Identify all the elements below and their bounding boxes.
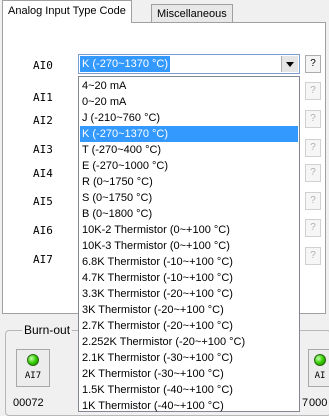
ai6-label: AI6 [33,224,53,237]
dropdown-option[interactable]: 2.7K Thermistor (-20~+100 °C) [80,318,298,334]
ai5-help-button[interactable]: ? [305,192,321,210]
dropdown-option[interactable]: 4.7K Thermistor (-10~+100 °C) [80,270,298,286]
dropdown-option[interactable]: 3.3K Thermistor (-20~+100 °C) [80,286,298,302]
dropdown-option[interactable]: 10K-2 Thermistor (0~+100 °C) [80,222,298,238]
dropdown-option[interactable]: 2.252K Thermistor (-20~+100 °C) [80,334,298,350]
tab-analog-input-type-code[interactable]: Analog Input Type Code [2,0,132,23]
dropdown-option[interactable]: R (0~1750 °C) [80,174,298,190]
dropdown-option[interactable]: J (-210~760 °C) [80,110,298,126]
ai4-help-button[interactable]: ? [305,164,321,182]
green-led-icon [27,354,39,366]
tab-miscellaneous[interactable]: Miscellaneous [151,4,233,23]
burnout-code-right: 000 [309,397,328,409]
dropdown-option[interactable]: S (0~1750 °C) [80,190,298,206]
burnout-led-label-right: AI [314,371,326,381]
dropdown-option[interactable]: 1K Thermistor (-40~+100 °C) [80,398,298,414]
dropdown-option[interactable]: 4~20 mA [80,78,298,94]
ai1-help-button[interactable]: ? [305,82,321,100]
ai0-type-value: K (-270~1370 °C) [80,56,171,72]
burnout-led-label: AI7 [24,371,42,381]
dropdown-option[interactable]: E (-270~1000 °C) [80,158,298,174]
ai0-help-button[interactable]: ? [305,55,321,73]
dropdown-option[interactable]: 1.5K Thermistor (-40~+100 °C) [80,382,298,398]
ai3-label: AI3 [33,143,53,156]
ai2-help-button[interactable]: ? [305,110,321,128]
dropdown-option[interactable]: K (-270~1370 °C) [80,126,298,142]
green-led-icon [314,354,326,366]
burnout-led-right: AI [308,349,329,387]
dropdown-option[interactable]: 3K Thermistor (-20~+100 °C) [80,302,298,318]
type-dropdown-list[interactable]: 4~20 mA 0~20 mA J (-210~760 °C) K (-270~137… [78,76,300,412]
ai1-label: AI1 [33,91,53,104]
dropdown-option[interactable]: B (0~1800 °C) [80,206,298,222]
tab-bar: Analog Input Type Code Miscellaneous [2,0,327,23]
ai5-label: AI5 [33,195,53,208]
ai2-label: AI2 [33,114,53,127]
ai7-help-button[interactable]: ? [305,247,321,265]
ai3-help-button[interactable]: ? [305,139,321,157]
ai0-label: AI0 [33,59,53,72]
burnout-code-left: 00072 [13,397,44,409]
ai4-label: AI4 [33,167,53,180]
burnout-title: Burn-out [22,323,73,337]
dropdown-option[interactable]: T (-270~400 °C) [80,142,298,158]
dropdown-option[interactable]: 10K-3 Thermistor (0~+100 °C) [80,238,298,254]
dropdown-option[interactable]: 0~20 mA [80,94,298,110]
dropdown-arrow-icon[interactable] [281,56,298,72]
ai7-label: AI7 [33,253,53,266]
dropdown-option[interactable]: 6.8K Thermistor (-10~+100 °C) [80,254,298,270]
burnout-led-ai7: AI7 [16,349,50,387]
ai6-help-button[interactable]: ? [305,219,321,237]
ai0-type-select[interactable]: K (-270~1370 °C) [78,54,300,74]
burnout-partial-digit: 7 [302,397,309,409]
dropdown-option[interactable]: 2.1K Thermistor (-30~+100 °C) [80,350,298,366]
dropdown-option[interactable]: 2K Thermistor (-30~+100 °C) [80,366,298,382]
